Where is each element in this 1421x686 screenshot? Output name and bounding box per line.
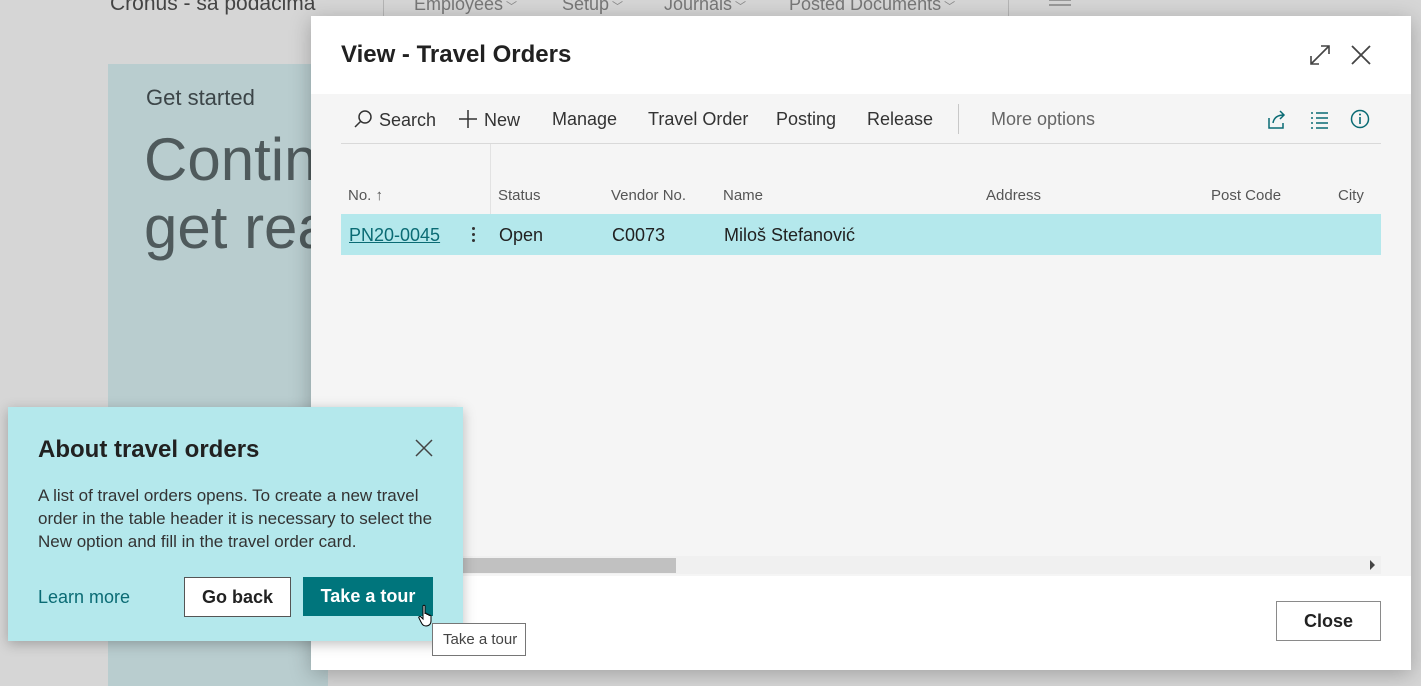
release-menu[interactable]: Release — [867, 109, 933, 130]
close-button[interactable]: Close — [1276, 601, 1381, 641]
column-header-post-code[interactable]: Post Code — [1211, 187, 1281, 204]
search-icon — [354, 110, 372, 128]
search-button[interactable]: Search — [353, 109, 436, 131]
more-options-button[interactable]: More options — [991, 109, 1095, 130]
row-actions-icon[interactable] — [463, 224, 483, 246]
share-icon[interactable] — [1266, 109, 1288, 131]
close-icon[interactable] — [1349, 43, 1373, 67]
column-header-address[interactable]: Address — [986, 187, 1041, 204]
column-header-name[interactable]: Name — [723, 187, 763, 204]
info-icon[interactable] — [1349, 109, 1371, 131]
travel-order-menu[interactable]: Travel Order — [648, 109, 748, 130]
expand-icon[interactable] — [1309, 44, 1331, 66]
chevron-down-icon: ﹀ — [506, 1, 518, 13]
nav-setup[interactable]: Setup ﹀ — [562, 0, 623, 15]
tooltip: Take a tour — [432, 623, 526, 656]
chevron-down-icon: ﹀ — [612, 1, 624, 13]
dialog-title: View - Travel Orders — [341, 41, 572, 68]
tip-title: About travel orders — [38, 436, 260, 463]
hamburger-menu-icon[interactable] — [1049, 4, 1071, 6]
column-header-city[interactable]: City — [1338, 187, 1364, 204]
header-divider — [383, 0, 384, 16]
company-name: Cronus - sa podacima — [110, 0, 316, 15]
column-header-vendor-no[interactable]: Vendor No. — [611, 187, 686, 204]
chevron-down-icon: ﹀ — [735, 1, 747, 13]
table-row[interactable]: PN20-0045 Open C0073 Miloš Stefanović — [341, 214, 1381, 255]
action-divider — [958, 104, 959, 134]
grid-header: No. ↑ Status Vendor No. Name Address Pos… — [341, 184, 1381, 214]
row-vendor-no: C0073 — [612, 225, 666, 245]
row-name: Miloš Stefanović — [724, 225, 856, 245]
posting-menu[interactable]: Posting — [776, 109, 836, 130]
chevron-down-icon: ﹀ — [944, 1, 956, 13]
column-header-status[interactable]: Status — [498, 187, 541, 204]
go-back-button[interactable]: Go back — [184, 577, 291, 617]
nav-employees[interactable]: Employees ﹀ — [414, 0, 517, 15]
travel-orders-dialog: View - Travel Orders Search New Manage T… — [311, 16, 1411, 670]
new-button[interactable]: New — [458, 109, 520, 131]
travel-order-no-link[interactable]: PN20-0045 — [349, 225, 440, 246]
tip-body: A list of travel orders opens. To create… — [38, 486, 433, 551]
list-view-icon[interactable] — [1308, 109, 1330, 131]
learn-more-link[interactable]: Learn more — [38, 587, 130, 608]
close-icon[interactable] — [414, 438, 434, 458]
action-bar: Search New Manage Travel Order Posting R… — [341, 100, 1381, 144]
row-status: Open — [499, 225, 544, 245]
dialog-header: View - Travel Orders — [311, 16, 1411, 94]
manage-menu[interactable]: Manage — [552, 109, 617, 130]
take-a-tour-button[interactable]: Take a tour — [303, 577, 433, 616]
nav-journals[interactable]: Journals ﹀ — [664, 0, 746, 15]
get-started-headline: Contin get rea — [144, 126, 331, 261]
plus-icon — [459, 110, 477, 128]
column-header-no[interactable]: No. ↑ — [348, 187, 383, 204]
teaching-tip: About travel orders A list of travel ord… — [8, 407, 463, 641]
nav-posted-documents[interactable]: Posted Documents ﹀ — [789, 0, 955, 15]
get-started-label: Get started — [146, 85, 255, 110]
horizontal-scrollbar[interactable] — [341, 556, 1381, 574]
scroll-right-arrow-icon[interactable] — [1370, 560, 1375, 570]
header-divider — [1008, 0, 1009, 16]
